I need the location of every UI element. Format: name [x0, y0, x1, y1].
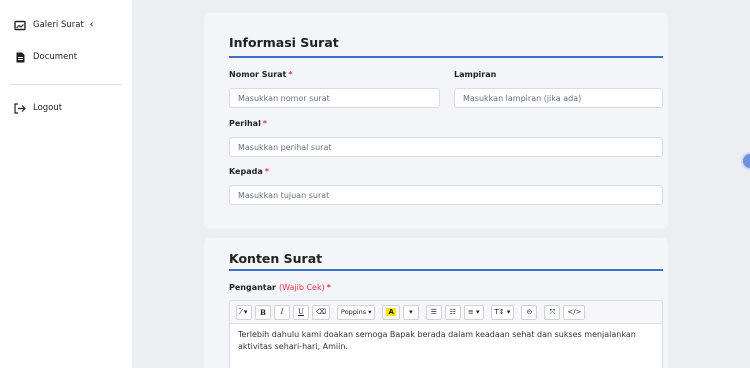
document-icon: [14, 51, 26, 63]
konten-surat-card: Konten Surat Pengantar (Wajib Cek) * ⁄̄ ▾ …: [204, 238, 668, 368]
sidebar-item-label: Document: [33, 52, 78, 62]
nomor-surat-label: Nomor Surat *: [229, 70, 293, 79]
perihal-label: Perihal *: [229, 119, 267, 128]
italic-button[interactable]: I: [274, 304, 290, 320]
fullscreen-button[interactable]: ⤧: [544, 304, 561, 320]
nomor-surat-input[interactable]: [229, 88, 440, 108]
lampiran-label: Lampiran: [454, 70, 497, 79]
underline-button[interactable]: U: [293, 304, 309, 320]
sidebar-item-logout[interactable]: Logout: [14, 102, 62, 114]
bold-button[interactable]: B: [255, 304, 271, 320]
kepada-input[interactable]: [229, 185, 663, 205]
sidebar: Galeri Surat ‹ Document Logout: [0, 0, 132, 368]
font-size-button[interactable]: T↕ ▾: [490, 304, 515, 320]
pengantar-label: Pengantar (Wajib Cek) *: [229, 283, 331, 292]
editor-toolbar: ⁄̄ ▾ B I U ⌫ Poppins ▾ A ▾ ☰ ☷ ≡ ▾ T↕ ▾ …: [230, 301, 662, 324]
chevron-left-icon[interactable]: ‹: [90, 20, 94, 30]
logout-icon: [14, 102, 26, 114]
sidebar-item-label: Logout: [33, 103, 63, 113]
kepada-label: Kepada *: [229, 167, 269, 176]
main-content: Informasi Surat Nomor Surat* Lampiran Pe…: [132, 0, 750, 368]
eraser-button[interactable]: ⌫: [312, 304, 330, 320]
section-title: Informasi Surat: [229, 35, 339, 50]
gallery-icon: [14, 19, 26, 31]
section-divider: [229, 269, 663, 271]
code-view-button[interactable]: </>: [563, 304, 586, 320]
section-title: Konten Surat: [229, 251, 323, 266]
floating-action-button[interactable]: [741, 152, 750, 170]
informasi-surat-card: Informasi Surat Nomor Surat* Lampiran Pe…: [204, 13, 668, 229]
unordered-list-button[interactable]: ☰: [425, 304, 442, 320]
pengantar-editor[interactable]: ⁄̄ ▾ B I U ⌫ Poppins ▾ A ▾ ☰ ☷ ≡ ▾ T↕ ▾ …: [229, 300, 663, 368]
perihal-input[interactable]: [229, 137, 663, 157]
highlight-button[interactable]: A: [382, 304, 400, 320]
sidebar-item-label: Galeri Surat: [33, 20, 84, 30]
highlight-caret-button[interactable]: ▾: [402, 304, 419, 320]
lampiran-input[interactable]: [454, 88, 663, 108]
link-button[interactable]: ⊝: [521, 304, 538, 320]
editor-content[interactable]: Terlebih dahulu kami doakan semoga Bapak…: [230, 324, 662, 358]
section-divider: [229, 56, 663, 58]
sidebar-item-document[interactable]: Document: [14, 51, 77, 63]
magic-wand-button[interactable]: ⁄̄ ▾: [236, 304, 252, 320]
font-family-select[interactable]: Poppins ▾: [336, 304, 376, 320]
ordered-list-button[interactable]: ☷: [444, 304, 461, 320]
align-button[interactable]: ≡ ▾: [463, 304, 484, 320]
sidebar-item-galeri-surat[interactable]: Galeri Surat ‹: [14, 19, 93, 31]
sidebar-divider: [10, 84, 122, 85]
